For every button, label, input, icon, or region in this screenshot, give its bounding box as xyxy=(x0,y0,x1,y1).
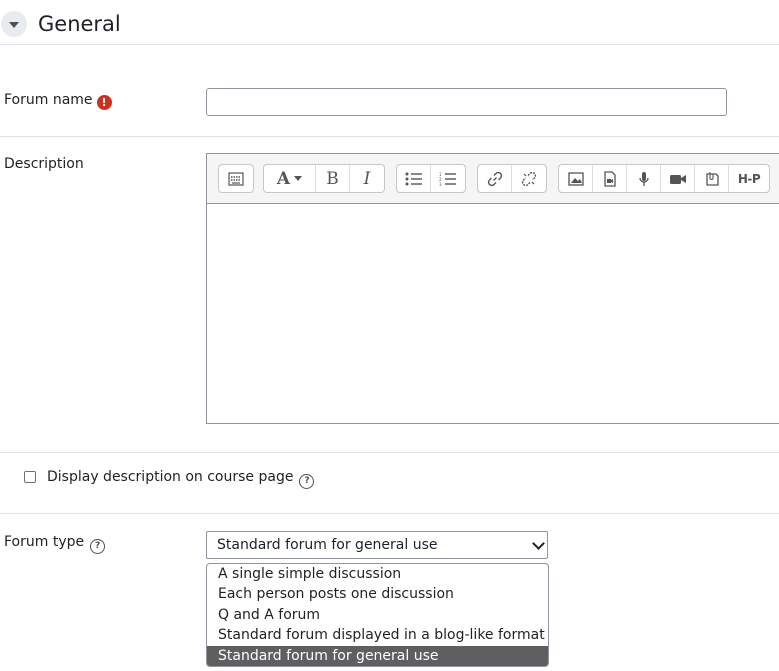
forum-type-label: Forum type? xyxy=(4,532,106,554)
collapse-general-button[interactable] xyxy=(1,11,27,37)
display-description-label: Display description on course page? xyxy=(47,467,315,489)
forum-name-label: Forum name! xyxy=(4,90,112,110)
svg-text:3: 3 xyxy=(439,182,442,186)
toolbar-group-links xyxy=(477,164,547,193)
help-icon[interactable]: ? xyxy=(90,539,106,554)
section-title: General xyxy=(38,12,121,36)
caret-down-icon xyxy=(9,22,19,28)
link-icon[interactable] xyxy=(478,165,512,192)
image-icon[interactable] xyxy=(559,165,593,192)
divider xyxy=(0,136,779,137)
font-style-label: A xyxy=(276,168,291,189)
display-description-label-text: Display description on course page xyxy=(47,469,294,485)
h5p-label: H-P xyxy=(737,171,761,186)
forum-type-option[interactable]: A single simple discussion xyxy=(207,564,548,584)
unlink-icon[interactable] xyxy=(512,165,546,192)
forum-name-input[interactable] xyxy=(206,88,727,116)
record-audio-icon[interactable] xyxy=(627,165,661,192)
forum-name-label-text: Forum name xyxy=(4,92,93,108)
toolbar-group-media: H-P xyxy=(558,164,770,193)
chevron-down-icon xyxy=(532,537,545,550)
toolbar-group-text: A B I xyxy=(263,164,385,193)
forum-type-option[interactable]: Standard forum displayed in a blog-like … xyxy=(207,625,548,645)
ordered-list-icon[interactable]: 123 xyxy=(431,165,465,192)
section-divider xyxy=(0,44,779,45)
divider xyxy=(0,513,779,514)
required-icon: ! xyxy=(96,95,112,110)
bold-icon[interactable]: B xyxy=(316,165,350,192)
media-icon[interactable] xyxy=(593,165,627,192)
description-label: Description xyxy=(4,156,84,172)
forum-type-option[interactable]: Each person posts one discussion xyxy=(207,584,548,604)
bold-label: B xyxy=(326,168,339,189)
divider xyxy=(0,452,779,453)
forum-type-selected-value: Standard forum for general use xyxy=(217,537,438,553)
manage-files-icon[interactable] xyxy=(695,165,729,192)
display-description-checkbox[interactable] xyxy=(24,471,36,483)
chevron-down-icon xyxy=(294,176,303,181)
forum-type-dropdown: A single simple discussion Each person p… xyxy=(206,563,549,667)
forum-type-option-selected[interactable]: Standard forum for general use xyxy=(207,645,548,666)
toolbar-group-lists: 123 xyxy=(396,164,466,193)
h5p-icon[interactable]: H-P xyxy=(729,165,769,192)
font-style-icon[interactable]: A xyxy=(264,165,316,192)
help-icon[interactable]: ? xyxy=(299,474,315,489)
forum-type-select[interactable]: Standard forum for general use xyxy=(206,531,548,559)
toolbar-group-toggle xyxy=(218,164,254,193)
italic-icon[interactable]: I xyxy=(350,165,384,192)
toggle-toolbar-icon[interactable] xyxy=(219,165,253,192)
forum-type-label-text: Forum type xyxy=(4,534,85,550)
record-video-icon[interactable] xyxy=(661,165,695,192)
forum-type-option[interactable]: Q and A forum xyxy=(207,605,548,625)
editor-toolbar: A B I 123 H-P xyxy=(206,153,779,204)
unordered-list-icon[interactable] xyxy=(397,165,431,192)
italic-label: I xyxy=(363,168,371,189)
